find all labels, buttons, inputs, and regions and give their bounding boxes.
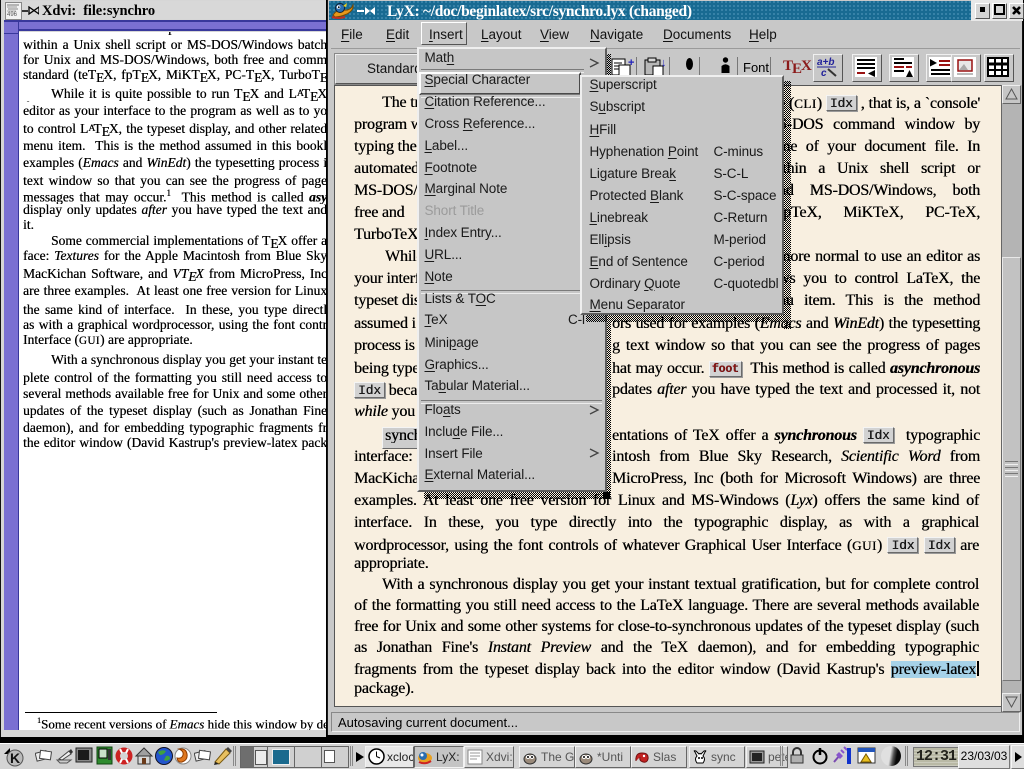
svg-text:c: c bbox=[821, 68, 827, 79]
svg-text:K: K bbox=[10, 750, 20, 766]
svg-text:a+b: a+b bbox=[817, 57, 835, 68]
svg-text:496: 496 bbox=[7, 12, 18, 18]
svg-text:+: + bbox=[628, 57, 634, 69]
svg-text:↓: ↓ bbox=[661, 57, 667, 69]
